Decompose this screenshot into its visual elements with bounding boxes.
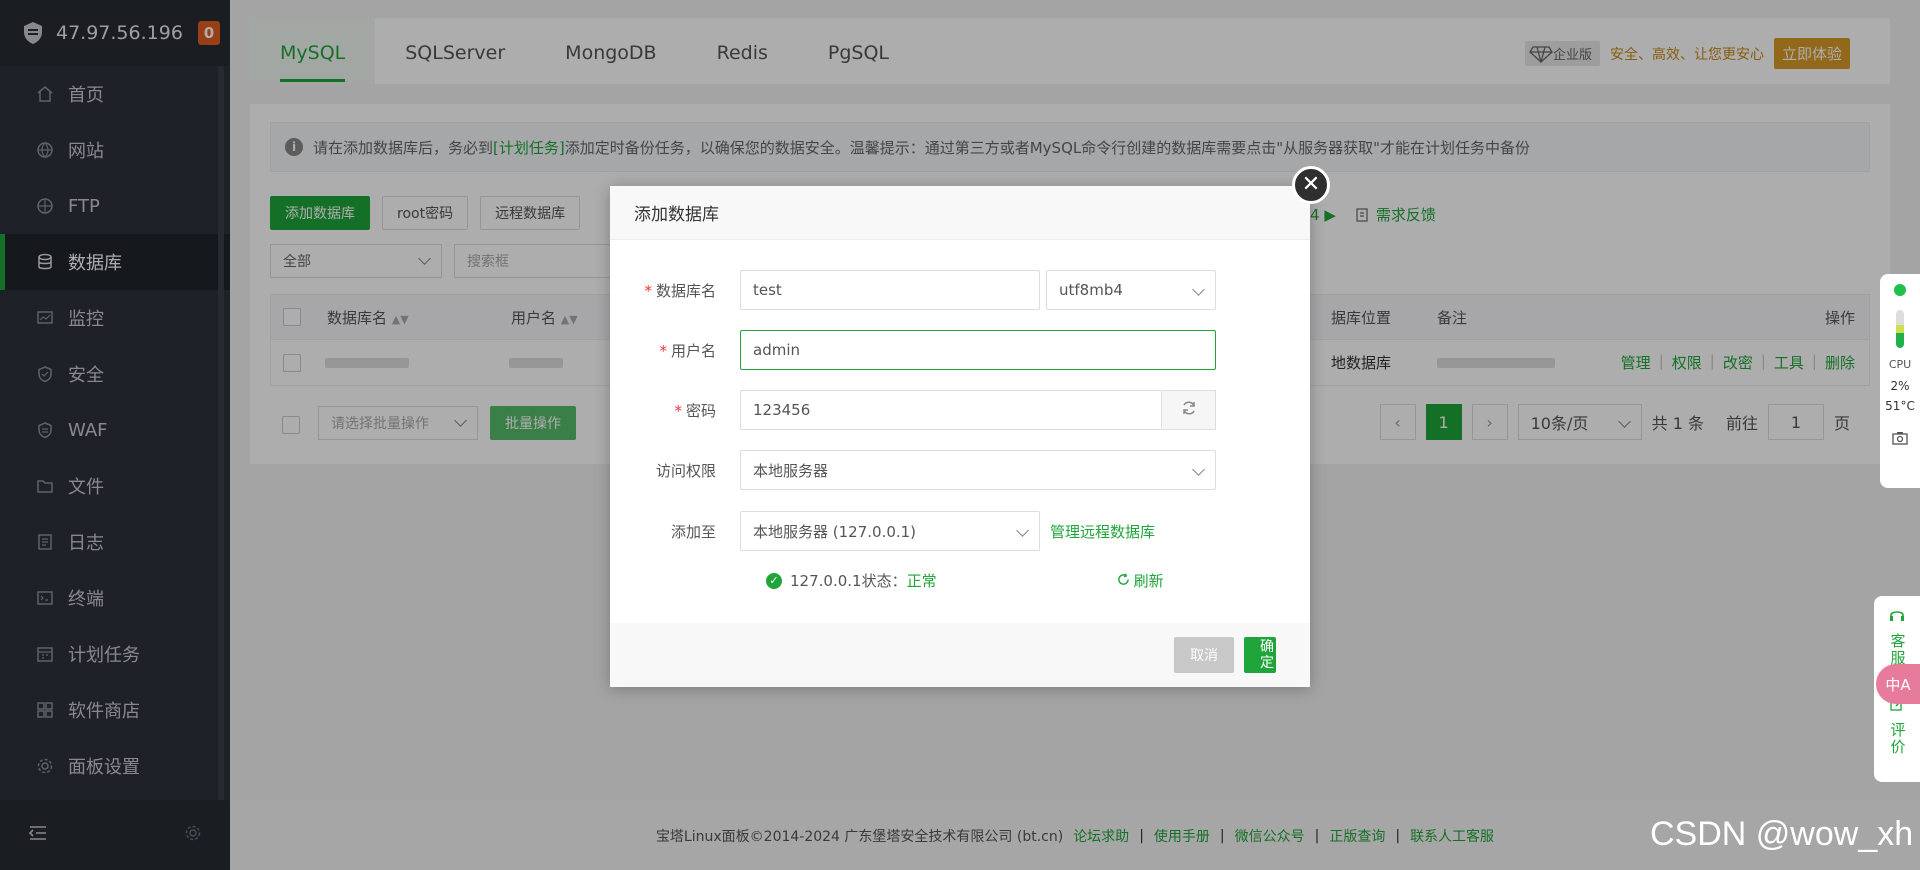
status-prefix: 127.0.0.1状态： <box>790 572 907 590</box>
kefu-label: 客服 <box>1888 633 1907 667</box>
password-input[interactable]: 123456 <box>740 390 1162 430</box>
password-row: * 密码 123456 <box>610 390 1216 430</box>
chevron-down-icon <box>1016 524 1029 537</box>
access-row: 访问权限 本地服务器 <box>610 450 1216 490</box>
charset-select[interactable]: utf8mb4 <box>1046 270 1216 310</box>
watermark: CSDN @wow_xh <box>1650 815 1914 853</box>
username-input[interactable]: admin <box>740 330 1216 370</box>
chevron-down-icon <box>1192 283 1205 296</box>
dialog-footer: 取消 确定 <box>610 623 1310 687</box>
add-to-select[interactable]: 本地服务器 (127.0.0.1) <box>740 511 1040 551</box>
server-status: ✓ 127.0.0.1状态： 正常 刷新 <box>766 570 1164 591</box>
confirm-button[interactable]: 确定 <box>1244 637 1276 673</box>
cpu-thermometer <box>1896 310 1904 348</box>
close-dialog-button[interactable]: ✕ <box>1292 166 1330 204</box>
headset-icon <box>1889 608 1905 627</box>
status-value: 正常 <box>906 572 937 590</box>
generate-password-button[interactable] <box>1162 390 1216 430</box>
add-database-dialog: 添加数据库 * 数据库名 test utf8mb4 * 用户名 admin * 密码 … <box>610 186 1310 687</box>
username-row: * 用户名 admin <box>610 330 1216 370</box>
access-value: 本地服务器 <box>753 461 829 480</box>
access-label: 访问权限 <box>655 461 716 480</box>
db-name-row: * 数据库名 test utf8mb4 <box>610 270 1216 310</box>
review-label: 评价 <box>1888 722 1907 756</box>
refresh-status-link[interactable]: 刷新 <box>1117 570 1164 591</box>
access-select[interactable]: 本地服务器 <box>740 450 1216 490</box>
add-to-label: 添加至 <box>670 522 716 541</box>
system-monitor-widget[interactable]: CPU 2% 51°C <box>1880 274 1920 488</box>
refresh-icon <box>1181 400 1197 421</box>
dialog-title: 添加数据库 <box>610 186 1310 240</box>
refresh-label: 刷新 <box>1133 572 1164 590</box>
status-dot <box>1894 284 1906 296</box>
username-label: * 用户名 <box>659 341 716 360</box>
db-name-input[interactable]: test <box>740 270 1040 310</box>
screenshot-icon[interactable] <box>1892 431 1908 448</box>
close-icon: ✕ <box>1301 172 1321 197</box>
manage-remote-db-link[interactable]: 管理远程数据库 <box>1050 521 1155 542</box>
add-to-value: 本地服务器 (127.0.0.1) <box>753 522 917 541</box>
chevron-down-icon <box>1192 463 1205 476</box>
check-circle-icon: ✓ <box>766 572 782 589</box>
translate-button[interactable]: 中A <box>1876 664 1920 704</box>
charset-value: utf8mb4 <box>1059 281 1123 299</box>
refresh-icon <box>1117 572 1130 590</box>
db-name-label: * 数据库名 <box>644 281 716 300</box>
add-to-row: 添加至 本地服务器 (127.0.0.1) 管理远程数据库 <box>610 511 1155 551</box>
cpu-value: 2% <box>1890 379 1910 393</box>
password-label: * 密码 <box>674 401 716 420</box>
cancel-button[interactable]: 取消 <box>1174 637 1234 673</box>
cpu-label: CPU <box>1888 358 1912 371</box>
cpu-temperature: 51°C <box>1885 399 1915 413</box>
